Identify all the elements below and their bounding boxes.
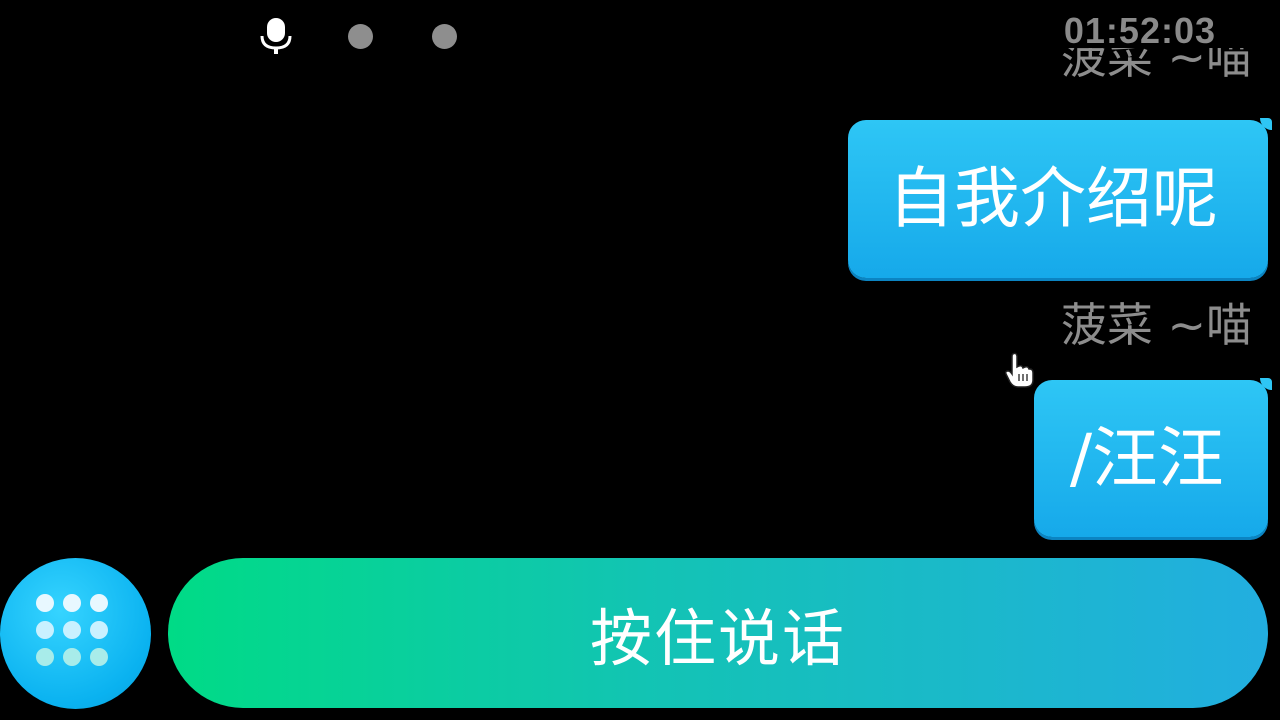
indicator-dot — [348, 24, 373, 49]
grid-dots-icon — [36, 594, 116, 674]
microphone-icon — [260, 18, 292, 54]
message-text: /汪汪 — [1069, 419, 1225, 497]
message-bubble[interactable]: /汪汪 — [1034, 378, 1272, 537]
message-text: 自我介绍呢 — [888, 160, 1218, 237]
clock: 01:52:03 — [1063, 10, 1216, 51]
message-sender: 菠菜 ~喵 — [1060, 298, 1252, 352]
message-bubble[interactable]: 自我介绍呢 — [848, 118, 1272, 278]
message-sender-label: 菠菜 ~喵 — [1060, 48, 1252, 84]
indicator-dot — [432, 24, 457, 49]
menu-button[interactable] — [0, 558, 151, 709]
message-sender: 菠菜 ~喵 — [1061, 48, 1252, 90]
hand-cursor-icon — [1005, 352, 1034, 388]
push-to-talk-label: 按住说话 — [589, 602, 846, 675]
chat-screen: 01:52:03 菠菜 ~喵 自我介绍呢 菠菜 ~喵 /汪汪 按住说话 — [0, 0, 1280, 720]
push-to-talk-button[interactable]: 按住说话 — [168, 558, 1268, 708]
